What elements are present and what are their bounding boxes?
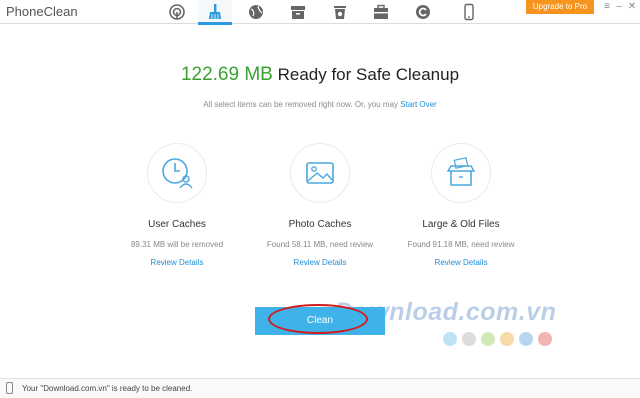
watermark-dot [500,332,514,346]
category-large-old-files: Large & Old Files Found 91.18 MB, need r… [396,143,526,267]
large-files-icon-circle [431,143,491,203]
close-button[interactable]: ✕ [625,0,639,14]
watermark-dot [462,332,476,346]
headline-text: Ready for Safe Cleanup [277,65,460,84]
toolbar-refresh-button[interactable] [406,0,440,24]
clean-button[interactable]: Clean [255,307,385,335]
cleanup-headline: 122.69 MB Ready for Safe Cleanup [0,64,640,86]
subline: All select items can be removed right no… [0,100,640,109]
photo-caches-icon-circle [290,143,350,203]
watermark-dot [443,332,457,346]
start-over-link[interactable]: Start Over [400,100,436,109]
toolbar-scan-button[interactable] [160,0,194,24]
category-description: Found 58.11 MB, need review [266,240,374,249]
user-caches-icon-circle [147,143,207,203]
review-details-link[interactable]: Review Details [112,258,242,267]
archive-icon [291,6,305,19]
toolbar-trash-button[interactable] [323,0,357,24]
junk-size: 122.69 MB [180,64,273,85]
toolbar-clean-button[interactable] [198,0,232,25]
review-details-link[interactable]: Review Details [396,258,526,267]
review-details-link[interactable]: Review Details [255,258,385,267]
clock-user-icon [162,158,193,189]
watermark-dot [519,332,533,346]
category-title: Photo Caches [288,219,352,230]
refresh-icon [416,5,430,19]
category-description: 89.31 MB will be removed [130,240,224,249]
broom-icon [209,4,221,19]
scan-icon [169,4,185,20]
toolbox-icon [374,4,388,19]
photo-icon [306,162,334,184]
category-title: User Caches [148,219,206,230]
title-bar: PhoneClean Upgrade to Pro ≡ – ✕ [0,0,640,25]
watermark-dot [481,332,495,346]
device-icon [6,382,13,394]
upgrade-button[interactable]: Upgrade to Pro [526,0,594,14]
toolbar-internet-button[interactable] [239,0,273,24]
app-title: PhoneClean [6,4,78,19]
globe-icon [249,5,263,19]
category-title: Large & Old Files [422,219,500,230]
minimize-button[interactable]: – [612,0,626,14]
category-user-caches: User Caches 89.31 MB will be removed Rev… [112,143,242,267]
toolbar-device-button[interactable] [452,0,486,24]
trash-icon [334,6,346,19]
watermark-dots [443,332,552,346]
phone-icon [464,3,474,21]
subline-text: All select items can be removed right no… [203,100,399,109]
category-description: Found 91.18 MB, need review [407,240,515,249]
status-bar: Your "Download.com.vn" is ready to be cl… [0,378,640,398]
category-photo-caches: Photo Caches Found 58.11 MB, need review… [255,143,385,267]
toolbar-archive-button[interactable] [281,0,315,24]
watermark-dot [538,332,552,346]
toolbar-toolbox-button[interactable] [364,0,398,24]
box-icon [446,157,476,186]
status-text: Your "Download.com.vn" is ready to be cl… [22,384,193,393]
